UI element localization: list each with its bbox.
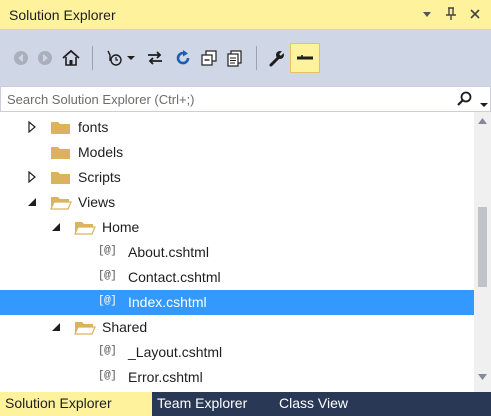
sync-icon [148,51,162,65]
tree-item-folder[interactable]: Models [0,140,474,165]
solution-explorer-window: Solution Explorer Search Solution Explor… [0,0,491,416]
show-all-files-icon [227,50,242,67]
pending-changes-filter-icon [107,50,122,66]
folder-open-icon [74,322,96,335]
folder-open-icon [74,222,96,235]
tab-team-explorer[interactable]: Team Explorer [152,392,274,416]
dropdown-arrow-icon [127,56,135,60]
search-input[interactable] [1,87,447,111]
pin-icon [446,7,456,20]
folder-open-icon [50,197,72,210]
refresh-icon [176,50,190,65]
search-icon [457,91,472,106]
close-button[interactable] [464,3,486,25]
search-box [0,86,491,112]
expand-arrow-icon[interactable] [26,120,38,134]
scroll-up-arrow-icon[interactable] [478,118,487,124]
toolbar-separator [92,46,93,70]
dropdown-arrow-icon [480,103,488,107]
toolbar-separator [256,46,257,70]
dropdown-arrow-icon [423,12,431,17]
wrench-icon [269,50,285,67]
razor-file-icon: [@] [98,345,117,357]
close-icon [470,9,480,19]
show-all-files-button[interactable] [220,43,250,73]
vertical-scrollbar[interactable] [474,112,491,392]
tree-item-label: Error.cshtml [128,369,203,385]
tree-item-label: Views [78,194,116,210]
title-bar: Solution Explorer [0,0,491,30]
tree-item-folder[interactable]: Shared [0,315,474,340]
tab-class-view[interactable]: Class View [274,392,369,416]
preview-selected-items-button[interactable] [290,43,320,73]
bottom-tab-strip: Solution Explorer Team Explorer Class Vi… [0,392,491,416]
forward-icon [38,51,52,65]
tree-item-label: Scripts [78,169,121,185]
toolbar [0,30,491,86]
window-options-dropdown[interactable] [416,3,438,25]
home-icon [62,49,80,66]
home-button[interactable] [56,43,86,73]
tree-item-label: Contact.cshtml [128,269,221,285]
tree-item-folder[interactable]: Views [0,190,474,215]
tree-item-folder[interactable]: Home [0,215,474,240]
tree-item-label: Models [78,144,124,160]
search-options-dropdown[interactable] [480,95,488,111]
auto-hide-pin-button[interactable] [440,3,462,25]
tree-item-label: Home [102,219,140,235]
search-button[interactable] [456,90,476,108]
scrollbar-thumb[interactable] [478,207,487,287]
tab-solution-explorer[interactable]: Solution Explorer [0,392,152,416]
tree-item-label: About.cshtml [128,244,209,260]
tree-item-folder[interactable]: Scripts [0,165,474,190]
tree-item-folder[interactable]: fonts [0,115,474,140]
tree-item-file[interactable]: [@] About.cshtml [0,240,474,265]
collapse-arrow-icon[interactable] [26,195,38,209]
tree-item-label: _Layout.cshtml [128,344,223,360]
back-icon [14,51,28,65]
window-title: Solution Explorer [9,7,116,23]
razor-file-icon: [@] [98,245,117,257]
sync-with-active-document-button[interactable] [140,43,170,73]
properties-button[interactable] [262,43,292,73]
folder-icon [51,122,70,134]
solution-tree: fonts Models Scripts Views Home [@] About.csht… [0,112,474,392]
tree-item-label: fonts [78,119,109,135]
collapse-arrow-icon[interactable] [50,320,62,334]
razor-file-icon: [@] [98,270,117,282]
tree-item-file[interactable]: [@] Contact.cshtml [0,265,474,290]
tree-item-label: Index.cshtml [128,294,207,310]
collapse-all-icon [201,50,217,66]
razor-file-icon: [@] [98,370,117,382]
folder-icon [51,147,70,159]
pending-changes-filter-dropdown[interactable] [124,43,138,73]
preview-icon [297,55,313,60]
tree-item-file[interactable]: [@] Index.cshtml [0,290,474,315]
folder-icon [51,172,70,184]
tree-item-label: Shared [102,319,148,335]
collapse-arrow-icon[interactable] [50,220,62,234]
expand-arrow-icon[interactable] [26,170,38,184]
razor-file-icon: [@] [98,295,117,307]
scroll-down-arrow-icon[interactable] [478,374,487,380]
tree-item-file[interactable]: [@] Error.cshtml [0,365,474,390]
tree-item-file[interactable]: [@] _Layout.cshtml [0,340,474,365]
